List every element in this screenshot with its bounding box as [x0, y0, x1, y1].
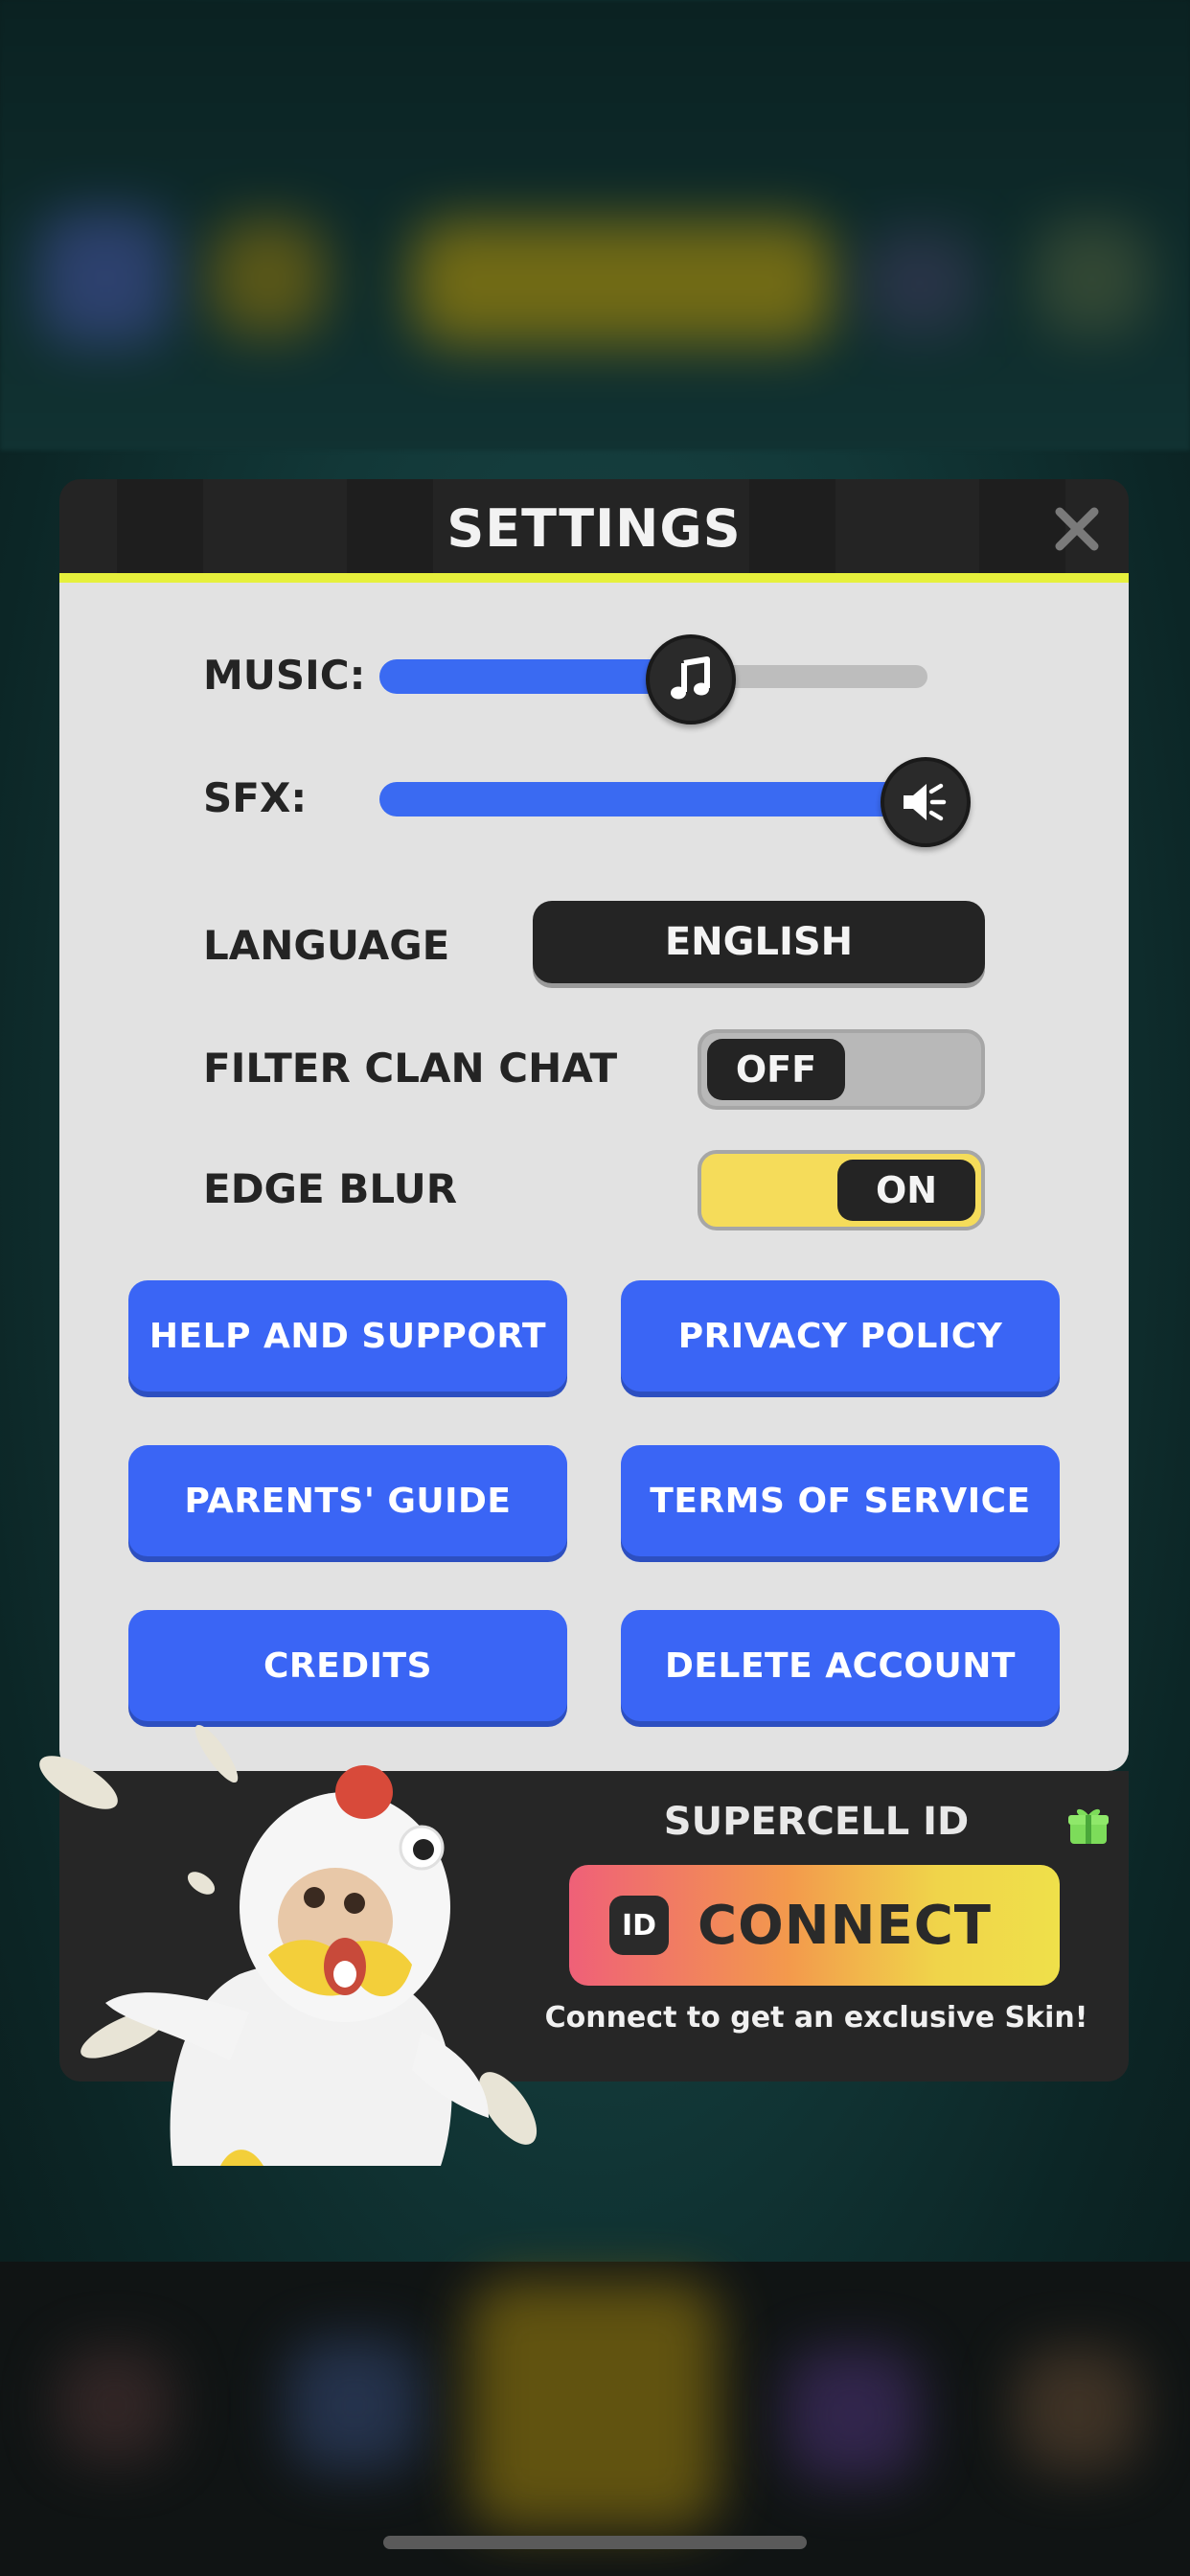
edge-blur-state: ON: [837, 1160, 975, 1221]
close-icon: [1055, 507, 1099, 551]
delete-account-button[interactable]: DELETE ACCOUNT: [621, 1610, 1060, 1721]
sfx-label: SFX:: [203, 774, 308, 821]
help-and-support-button[interactable]: HELP AND SUPPORT: [128, 1280, 567, 1392]
gift-icon: [1067, 1804, 1110, 1846]
music-note-icon: [670, 656, 710, 700]
music-label: MUSIC:: [203, 652, 366, 699]
filter-clan-chat-state: OFF: [707, 1039, 845, 1100]
language-label: LANGUAGE: [203, 922, 450, 969]
supercell-id-badge: ID: [609, 1896, 669, 1955]
privacy-policy-button[interactable]: PRIVACY POLICY: [621, 1280, 1060, 1392]
chicken-mascot-illustration: [39, 1724, 538, 2166]
blurred-play-button: [469, 2281, 719, 2530]
connect-reward-note: Connect to get an exclusive Skin!: [544, 2001, 1088, 2035]
credits-button[interactable]: CREDITS: [128, 1610, 567, 1721]
music-slider-knob[interactable]: [645, 634, 736, 724]
filter-clan-chat-toggle[interactable]: OFF: [698, 1029, 985, 1110]
settings-title: SETTINGS: [446, 498, 742, 559]
connect-label: CONNECT: [698, 1894, 992, 1957]
blurred-icon: [1016, 2348, 1140, 2472]
edge-blur-label: EDGE BLUR: [203, 1165, 458, 1212]
blurred-icon: [786, 2348, 920, 2482]
music-slider-fill: [379, 659, 691, 694]
speaker-icon: [904, 783, 947, 821]
edge-blur-toggle[interactable]: ON: [698, 1150, 985, 1230]
header-accent-bar: [59, 573, 1129, 583]
terms-of-service-button[interactable]: TERMS OF SERVICE: [621, 1445, 1060, 1556]
blurred-icon: [1035, 220, 1150, 335]
home-indicator: [383, 2536, 807, 2549]
close-button[interactable]: [1046, 498, 1108, 560]
blurred-icon: [211, 220, 326, 335]
parents-guide-button[interactable]: PARENTS' GUIDE: [128, 1445, 567, 1556]
sfx-slider-fill: [379, 782, 926, 816]
connect-button[interactable]: ID CONNECT: [569, 1865, 1060, 1986]
blurred-icon: [862, 230, 977, 335]
settings-body: MUSIC: SFX: LANGUAGE ENGLISH FILTER CLAN…: [59, 583, 1129, 1771]
background-game-top: [0, 0, 1190, 450]
sfx-slider-knob[interactable]: [881, 757, 971, 847]
settings-header: SETTINGS: [59, 479, 1129, 583]
blurred-banner: [412, 220, 834, 345]
language-select-button[interactable]: ENGLISH: [533, 901, 985, 983]
background-game-bottom: [0, 2262, 1190, 2576]
blurred-icon: [57, 2348, 172, 2463]
blurred-icon: [38, 211, 172, 345]
blurred-icon: [287, 2338, 422, 2472]
filter-clan-chat-label: FILTER CLAN CHAT: [203, 1045, 618, 1092]
supercell-id-title: SUPERCELL ID: [663, 1800, 970, 1844]
